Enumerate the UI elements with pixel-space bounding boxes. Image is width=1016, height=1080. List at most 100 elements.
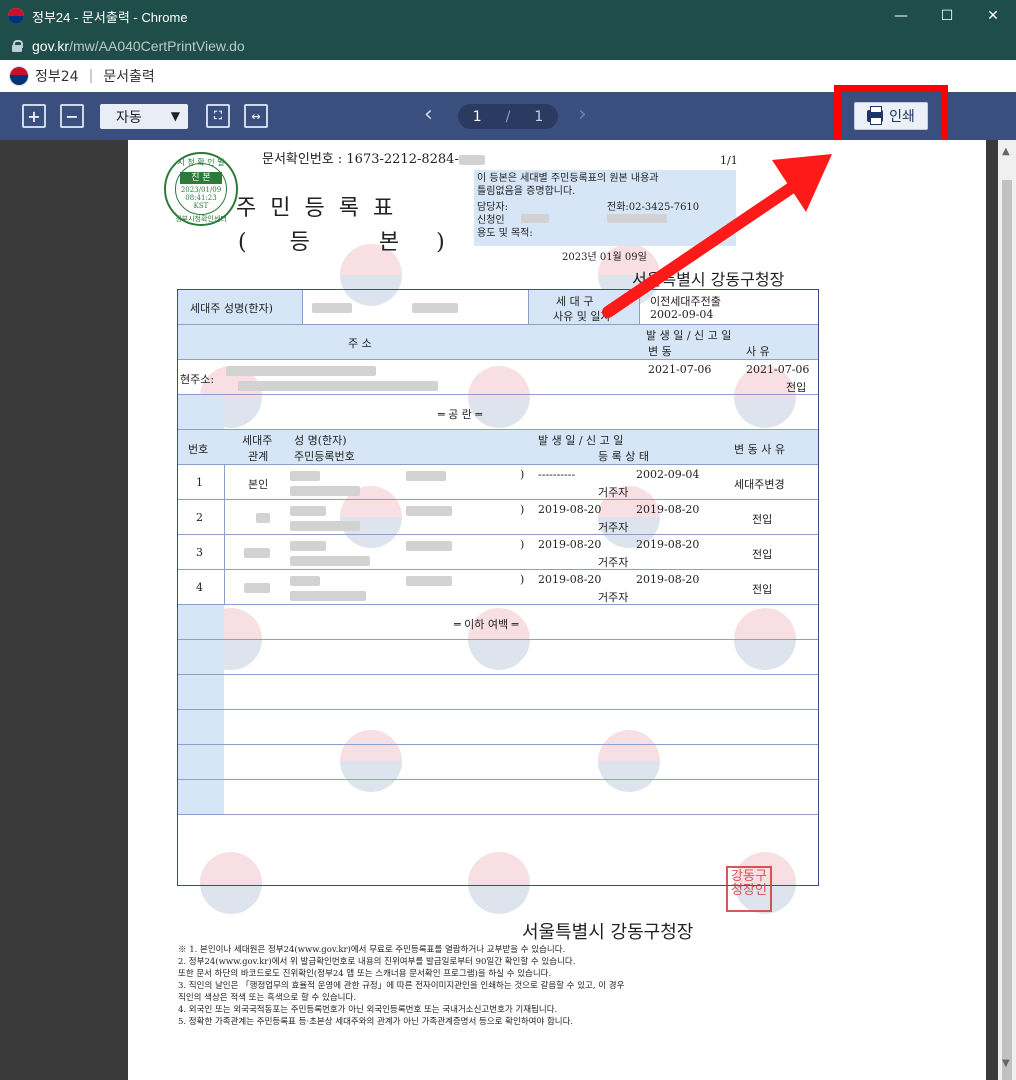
member-date-2: 2019-08-20 [636,503,700,516]
zoom-select[interactable]: 자동 ▼ [100,104,188,129]
redacted-block [290,521,360,531]
prev-page-button[interactable]: ‹ [424,102,433,127]
address-date-2: 2021-07-06 [746,363,810,376]
row-margin-cell [178,605,224,639]
redacted-block [290,486,360,496]
table-row: 3 ) 2019-08-20 2019-08-20 거주자 전입 [178,535,818,570]
redacted-block [290,506,326,516]
note-line: 직인의 색상은 적색 또는 흑색으로 할 수 있습니다. [178,993,357,1003]
address-date-1: 2021-07-06 [648,363,712,376]
stamp-top-text: 시 청 확 인 필 [177,158,225,167]
col-name-1: 성 명(한자) [294,434,347,447]
row-margin-cell [178,780,224,814]
empty-row [178,780,818,815]
member-date-2: 2002-09-04 [636,468,700,481]
empty-row [178,745,818,780]
member-date-1: 2019-08-20 [538,503,602,516]
member-status: 거주자 [598,591,629,604]
table-row: 1 본인 ) ---------- 2002-09-04 거주자 세대주변경 [178,465,818,500]
blank-row: ═ 공 란 ═ [178,395,818,430]
redacted-block [406,541,452,551]
member-no: 1 [196,476,203,489]
col-date-2: 등 록 상 태 [598,450,649,463]
member-date-1: ---------- [538,468,576,481]
vertical-scrollbar[interactable]: ▲ ▼ [998,140,1016,1080]
url-host: gov.kr [32,38,70,54]
redacted-block [406,506,452,516]
maximize-button[interactable]: ☐ [924,0,970,32]
gov24-favicon-icon [8,8,24,24]
address-header-row: 주 소 발 생 일 / 신 고 일 변 동 사 유 [178,325,818,360]
divider [224,570,225,604]
current-address-row: 현주소: 2021-07-06 2021-07-06 전입 [178,360,818,395]
address-bar[interactable]: gov.kr/mw/AA040CertPrintView.do [0,32,1016,60]
empty-row [178,640,818,675]
next-page-button[interactable]: › [578,102,587,127]
col-date-1: 발 생 일 / 신 고 일 [538,434,624,447]
address-reason: 전입 [786,381,807,394]
divider [224,500,225,534]
member-no: 2 [196,511,203,524]
scroll-down-icon[interactable]: ▼ [1002,1058,1010,1069]
member-change: 전입 [752,513,773,526]
minimize-button[interactable]: — [878,0,924,32]
official-seal: 강동구청장인 [726,866,772,912]
zoom-out-button[interactable]: − [60,104,84,128]
registry-table: 세대주 성명(한자) 세 대 구 사유 및 일자 이전세대주전출 2002-09… [177,289,819,886]
arrow-shaft [602,176,806,318]
head-label: 세대주 성명(한자) [190,302,273,315]
redacted-block [226,366,376,376]
note-line: ※ 1. 본인이나 세대원은 정부24(www.gov.kr)에서 무료로 주민… [178,945,566,955]
redacted-block [244,548,270,558]
fit-page-icon[interactable]: ⛶ [206,104,230,128]
note-line: 3. 직인의 날인은 「행정업무의 효율적 운영에 관한 규정」에 따른 전자이… [178,981,625,991]
subtitle-word-2: 본 [378,230,400,255]
note-line: 2. 정부24(www.gov.kr)에서 위 발급확인번호로 내용의 진위여부… [178,957,576,967]
address-header-right-2a: 변 동 [648,345,672,358]
page-total: 1 [534,108,544,125]
subtitle-word-1: 등 [289,230,310,255]
close-button[interactable]: ✕ [970,0,1016,32]
fit-width-icon[interactable]: ↔ [244,104,268,128]
scrollbar-thumb[interactable] [1002,180,1012,1080]
stamp-date: 2023/01/09 [180,186,222,194]
issuing-office-bottom: 서울특별시 강동구청장 [522,922,694,943]
member-status: 거주자 [598,556,629,569]
row-margin-cell [178,710,224,744]
col-change: 변 동 사 유 [734,443,785,456]
member-date-2: 2019-08-20 [636,538,700,551]
current-address-label: 현주소: [180,373,215,386]
member-no: 4 [196,581,203,594]
stamp-mid-text: 진 본 [180,172,222,184]
divider [224,465,225,499]
redacted-block [412,303,458,313]
redacted-block [244,583,270,593]
redacted-block [290,471,320,481]
site-section: 문서출력 [103,69,155,85]
site-name: 정부24 [35,69,79,85]
page-current[interactable]: 1 [473,109,482,125]
note-line: 4. 외국인 또는 외국국적동포는 주민등록번호가 아닌 외국인등록번호 또는 … [178,1005,558,1015]
member-header-row: 번호 세대주 관계 성 명(한자) 주민등록번호 발 생 일 / 신 고 일 등… [178,430,818,465]
window-titlebar: 정부24 - 문서출력 - Chrome — ☐ ✕ [0,0,1016,32]
col-rel-1: 세대주 [242,434,273,447]
redacted-block [406,576,452,586]
redacted-block [256,513,270,523]
empty-row [178,675,818,710]
zoom-in-button[interactable]: + [22,104,46,128]
member-date-1: 2019-08-20 [538,573,602,586]
end-label: ═ 이하 여백 ═ [454,618,519,631]
scroll-up-icon[interactable]: ▲ [1002,146,1010,157]
member-change: 전입 [752,548,773,561]
member-date-1: 2019-08-20 [538,538,602,551]
page-separator: / [505,108,511,125]
redacted-block [290,556,370,566]
end-row: ═ 이하 여백 ═ [178,605,818,640]
divider [224,535,225,569]
arrow-head [772,154,832,212]
member-no: 3 [196,546,203,559]
redacted-block [290,591,366,601]
col-name-2: 주민등록번호 [294,450,355,463]
member-change: 세대주변경 [734,478,785,491]
window-title: 정부24 - 문서출력 - Chrome [32,9,188,25]
